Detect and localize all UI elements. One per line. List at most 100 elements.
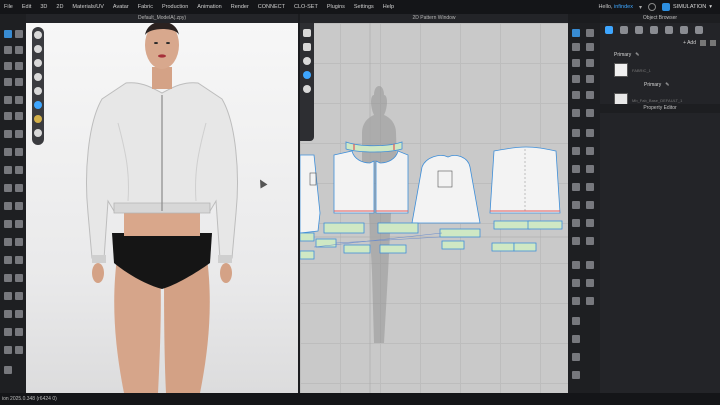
eye-icon[interactable] bbox=[303, 85, 311, 93]
tab-icon[interactable] bbox=[680, 26, 688, 34]
tab-icon[interactable] bbox=[620, 26, 628, 34]
menu-settings[interactable]: Settings bbox=[354, 4, 374, 10]
info-icon[interactable] bbox=[303, 57, 311, 65]
tool-icon[interactable] bbox=[4, 130, 12, 138]
menu-render[interactable]: Render bbox=[231, 4, 249, 10]
tool-icon[interactable] bbox=[572, 75, 580, 83]
tool-icon[interactable] bbox=[572, 279, 580, 287]
tool-icon[interactable] bbox=[4, 292, 12, 300]
tool-icon[interactable] bbox=[572, 147, 580, 155]
user-menu-icon[interactable]: ▾ bbox=[639, 4, 642, 11]
menu-materials-uv[interactable]: Materials/UV bbox=[72, 4, 103, 10]
tool-icon[interactable] bbox=[4, 220, 12, 228]
tool-icon[interactable] bbox=[15, 184, 23, 192]
add-button[interactable]: + Add bbox=[683, 40, 696, 46]
tool-icon[interactable] bbox=[4, 238, 12, 246]
tool-icon[interactable] bbox=[586, 261, 594, 269]
menu-file[interactable]: File bbox=[4, 4, 13, 10]
tool-icon[interactable] bbox=[572, 129, 580, 137]
menu-3d[interactable]: 3D bbox=[40, 4, 47, 10]
tool-icon[interactable] bbox=[586, 59, 594, 67]
tool-icon[interactable] bbox=[15, 78, 23, 86]
tool-icon[interactable] bbox=[4, 328, 12, 336]
tool-icon[interactable] bbox=[572, 201, 580, 209]
move-tool-icon[interactable] bbox=[15, 30, 23, 38]
avatar-icon[interactable] bbox=[34, 59, 42, 67]
tool-icon[interactable] bbox=[15, 202, 23, 210]
menu-help[interactable]: Help bbox=[383, 4, 394, 10]
tool-icon[interactable] bbox=[586, 29, 594, 37]
tool-icon[interactable] bbox=[15, 166, 23, 174]
tool-icon[interactable] bbox=[15, 292, 23, 300]
tool-icon[interactable] bbox=[572, 317, 580, 325]
menu-clo-set[interactable]: CLO-SET bbox=[294, 4, 318, 10]
tool-icon[interactable] bbox=[4, 346, 12, 354]
settings-icon[interactable] bbox=[34, 129, 42, 137]
tool-icon[interactable] bbox=[586, 43, 594, 51]
tool-icon[interactable] bbox=[15, 310, 23, 318]
tool-icon[interactable] bbox=[15, 62, 23, 70]
tool-icon[interactable] bbox=[572, 165, 580, 173]
tool-icon[interactable] bbox=[4, 256, 12, 264]
tool-icon[interactable] bbox=[572, 43, 580, 51]
tool-icon[interactable] bbox=[586, 201, 594, 209]
tool-icon[interactable] bbox=[586, 129, 594, 137]
menu-plugins[interactable]: Plugins bbox=[327, 4, 345, 10]
menu-avatar[interactable]: Avatar bbox=[113, 4, 129, 10]
tool-icon[interactable] bbox=[15, 46, 23, 54]
tool-icon[interactable] bbox=[586, 279, 594, 287]
camera-icon[interactable] bbox=[34, 31, 42, 39]
tool-icon[interactable] bbox=[4, 184, 12, 192]
tab-icon[interactable] bbox=[635, 26, 643, 34]
text-tool-icon[interactable] bbox=[572, 261, 580, 269]
texture-icon[interactable] bbox=[34, 87, 42, 95]
tool-icon[interactable] bbox=[586, 165, 594, 173]
tool-icon[interactable] bbox=[4, 96, 12, 104]
tool-icon[interactable] bbox=[586, 219, 594, 227]
tool-icon[interactable] bbox=[572, 91, 580, 99]
tool-icon[interactable] bbox=[586, 75, 594, 83]
select-tool-icon[interactable] bbox=[4, 30, 12, 38]
select-tool-icon[interactable] bbox=[572, 29, 580, 37]
fabric-tab-icon[interactable] bbox=[605, 26, 613, 34]
menu-animation[interactable]: Animation bbox=[197, 4, 221, 10]
help-icon[interactable] bbox=[648, 3, 657, 11]
delete-icon[interactable] bbox=[710, 40, 716, 46]
pattern-icon[interactable] bbox=[303, 43, 311, 51]
highlight-icon[interactable] bbox=[303, 71, 311, 79]
tool-icon[interactable] bbox=[572, 219, 580, 227]
tool-icon[interactable] bbox=[4, 310, 12, 318]
tool-icon[interactable] bbox=[15, 220, 23, 228]
menu-2d[interactable]: 2D bbox=[56, 4, 63, 10]
tool-icon[interactable] bbox=[15, 112, 23, 120]
tool-icon[interactable] bbox=[15, 130, 23, 138]
tool-icon[interactable] bbox=[4, 366, 12, 374]
tool-icon[interactable] bbox=[572, 371, 580, 379]
menu-connect[interactable]: CONNECT bbox=[258, 4, 285, 10]
fabric-row[interactable]: Primary ✎ bbox=[600, 79, 720, 91]
tool-icon[interactable] bbox=[572, 59, 580, 67]
menu-edit[interactable]: Edit bbox=[22, 4, 31, 10]
tool-icon[interactable] bbox=[15, 256, 23, 264]
view-icon[interactable] bbox=[34, 45, 42, 53]
tool-icon[interactable] bbox=[15, 238, 23, 246]
tab-icon[interactable] bbox=[665, 26, 673, 34]
tool-icon[interactable] bbox=[572, 237, 580, 245]
tool-icon[interactable] bbox=[572, 183, 580, 191]
3d-garment-window[interactable] bbox=[26, 23, 298, 393]
user-name[interactable]: infindex bbox=[614, 4, 633, 10]
tab-icon[interactable] bbox=[650, 26, 658, 34]
render-mode-icon[interactable] bbox=[34, 73, 42, 81]
tool-icon[interactable] bbox=[586, 183, 594, 191]
edit-icon[interactable]: ✎ bbox=[665, 82, 669, 88]
tool-icon[interactable] bbox=[572, 335, 580, 343]
tool-icon[interactable] bbox=[4, 78, 12, 86]
tool-icon[interactable] bbox=[4, 166, 12, 174]
tool-icon[interactable] bbox=[15, 328, 23, 336]
tab-icon[interactable] bbox=[695, 26, 703, 34]
tool-icon[interactable] bbox=[572, 109, 580, 117]
copy-icon[interactable] bbox=[700, 40, 706, 46]
list-item[interactable]: FABRIC_1 bbox=[600, 61, 720, 79]
tool-icon[interactable] bbox=[4, 62, 12, 70]
pin-icon[interactable] bbox=[34, 115, 42, 123]
